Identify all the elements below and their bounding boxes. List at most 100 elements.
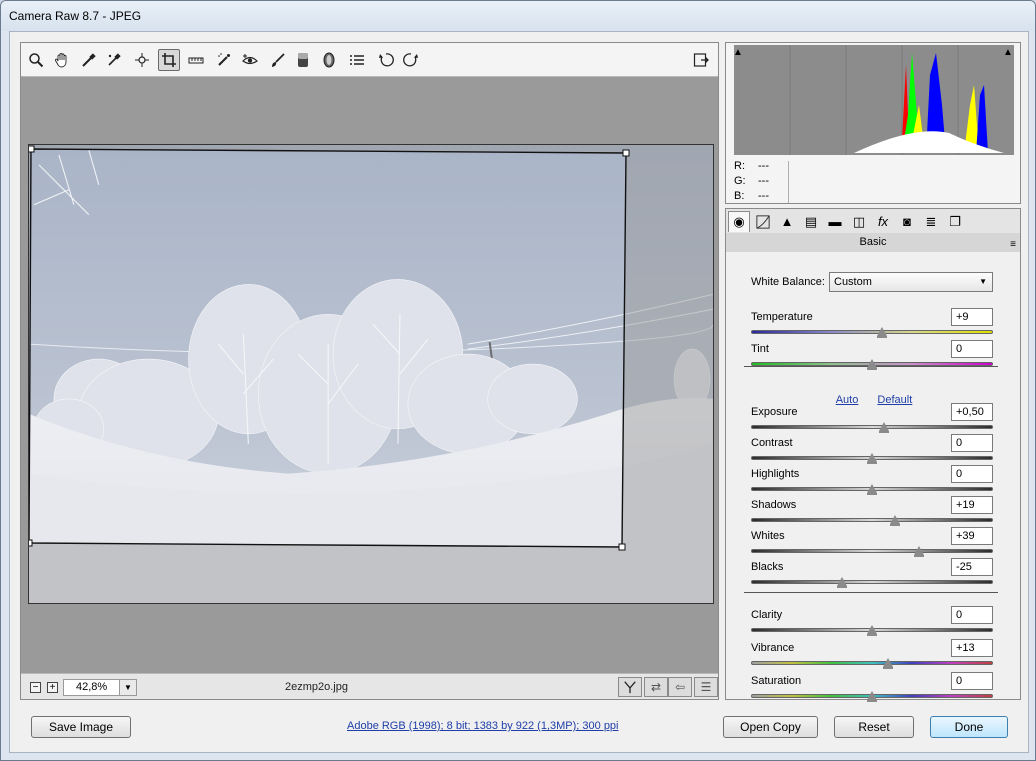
tab-effects-icon[interactable]: fx bbox=[872, 211, 894, 232]
whites-value-field[interactable]: +39 bbox=[951, 527, 993, 545]
highlights-label: Highlights bbox=[751, 468, 800, 480]
g-value: --- bbox=[758, 175, 769, 187]
shadows-slider-track[interactable] bbox=[751, 518, 993, 522]
rotate-right-icon[interactable] bbox=[400, 49, 422, 71]
color-sampler-icon[interactable] bbox=[103, 49, 125, 71]
saturation-label: Saturation bbox=[751, 675, 802, 687]
blacks-label: Blacks bbox=[751, 561, 784, 573]
before-after-view-icon[interactable] bbox=[618, 677, 642, 697]
tab-presets-icon[interactable]: ≣ bbox=[920, 211, 942, 232]
radial-filter-icon[interactable] bbox=[318, 49, 340, 71]
white-balance-select[interactable]: Custom ▼ bbox=[829, 272, 993, 292]
rotate-left-icon[interactable] bbox=[375, 49, 397, 71]
chevron-down-icon: ▼ bbox=[979, 277, 987, 286]
contrast-slider-thumb[interactable] bbox=[867, 453, 877, 464]
preferences-icon[interactable] bbox=[690, 49, 712, 71]
tint-value-field[interactable]: 0 bbox=[951, 340, 993, 358]
b-label: B: bbox=[734, 190, 745, 202]
b-value: --- bbox=[758, 190, 769, 202]
zoom-dropdown-icon[interactable]: ▼ bbox=[119, 679, 137, 696]
targeted-adjustment-icon[interactable] bbox=[131, 49, 153, 71]
blacks-value-field[interactable]: -25 bbox=[951, 558, 993, 576]
exposure-label: Exposure bbox=[751, 406, 798, 418]
swap-before-after-icon[interactable]: ⇄ bbox=[644, 677, 668, 697]
exposure-slider-track[interactable] bbox=[751, 425, 993, 429]
tab-lens-corrections-icon[interactable]: ◫ bbox=[848, 211, 870, 232]
spot-removal-icon[interactable] bbox=[213, 49, 235, 71]
tab-basic-icon[interactable]: ◉ bbox=[728, 211, 750, 232]
tint-slider-thumb[interactable] bbox=[867, 359, 877, 370]
red-eye-icon[interactable] bbox=[239, 49, 261, 71]
highlight-clipping-warning-icon[interactable]: ▲ bbox=[1002, 47, 1014, 59]
blacks-slider-track[interactable] bbox=[751, 580, 993, 584]
white-balance-eyedropper-icon[interactable] bbox=[78, 49, 100, 71]
highlights-value-field[interactable]: 0 bbox=[951, 465, 993, 483]
vibrance-value-field[interactable]: +13 bbox=[951, 639, 993, 657]
open-copy-button[interactable]: Open Copy bbox=[723, 716, 818, 738]
saturation-value-field[interactable]: 0 bbox=[951, 672, 993, 690]
reset-button[interactable]: Reset bbox=[834, 716, 914, 738]
clarity-slider-thumb[interactable] bbox=[867, 625, 877, 636]
vibrance-slider-track[interactable] bbox=[751, 661, 993, 665]
r-value: --- bbox=[758, 160, 769, 172]
tab-camera-calibration-icon[interactable]: ◙ bbox=[896, 211, 918, 232]
rgb-readout: R: --- G: --- B: --- bbox=[734, 159, 769, 204]
temperature-label: Temperature bbox=[751, 311, 813, 323]
highlights-slider-thumb[interactable] bbox=[867, 484, 877, 495]
image-canvas[interactable] bbox=[21, 78, 718, 673]
temperature-slider-row: Temperature +9 bbox=[751, 308, 993, 339]
title-bar: Camera Raw 8.7 - JPEG bbox=[1, 1, 1035, 31]
vibrance-slider-thumb[interactable] bbox=[882, 658, 893, 669]
saturation-slider-thumb[interactable] bbox=[867, 691, 877, 702]
straighten-tool-icon[interactable] bbox=[185, 49, 207, 71]
blacks-slider-thumb[interactable] bbox=[836, 577, 847, 588]
temperature-slider-thumb[interactable] bbox=[876, 327, 887, 338]
crop-tool-icon[interactable] bbox=[158, 49, 180, 71]
tint-label: Tint bbox=[751, 343, 769, 355]
contrast-value-field[interactable]: 0 bbox=[951, 434, 993, 452]
tab-detail-icon[interactable]: ▲ bbox=[776, 211, 798, 232]
tab-hsl-icon[interactable]: ▤ bbox=[800, 211, 822, 232]
zoom-in-button[interactable]: + bbox=[47, 682, 58, 693]
toggle-settings-icon[interactable]: ☰ bbox=[694, 677, 718, 697]
tab-snapshots-icon[interactable]: ❐ bbox=[944, 211, 966, 232]
hand-tool-icon[interactable] bbox=[51, 49, 73, 71]
temperature-slider-track[interactable] bbox=[751, 330, 993, 334]
whites-slider-track[interactable] bbox=[751, 549, 993, 553]
shadow-clipping-warning-icon[interactable]: ▲ bbox=[732, 47, 744, 59]
section-divider bbox=[744, 592, 998, 593]
basic-panel: White Balance: Custom ▼ Auto Default Tem… bbox=[725, 252, 1021, 702]
zoom-out-button[interactable]: − bbox=[30, 682, 41, 693]
histogram-graph bbox=[734, 45, 1014, 155]
preview-panel: − + 42,8% ▼ 2ezmp2o.jpg ⇄ ⇦ ☰ bbox=[20, 42, 719, 700]
list-icon[interactable] bbox=[346, 49, 368, 71]
dialog-body: − + 42,8% ▼ 2ezmp2o.jpg ⇄ ⇦ ☰ ▲ ▲ R: ---… bbox=[9, 31, 1029, 753]
shadows-label: Shadows bbox=[751, 499, 797, 511]
clarity-label: Clarity bbox=[751, 609, 783, 621]
contrast-slider-row: Contrast 0 bbox=[751, 434, 993, 465]
copy-current-to-before-icon[interactable]: ⇦ bbox=[668, 677, 692, 697]
white-balance-label: White Balance: bbox=[751, 276, 825, 288]
shadows-slider-thumb[interactable] bbox=[889, 515, 900, 526]
tab-split-toning-icon[interactable]: ▬ bbox=[824, 211, 846, 232]
adjustment-brush-icon[interactable] bbox=[267, 49, 289, 71]
panel-title: Basic bbox=[859, 236, 887, 248]
done-button[interactable]: Done bbox=[930, 716, 1008, 738]
exposure-value-field[interactable]: +0,50 bbox=[951, 403, 993, 421]
workflow-options-link[interactable]: Adobe RGB (1998); 8 bit; 1383 by 922 (1,… bbox=[347, 720, 619, 732]
graduated-filter-icon[interactable] bbox=[292, 49, 314, 71]
white-balance-value: Custom bbox=[834, 276, 872, 288]
shadows-value-field[interactable]: +19 bbox=[951, 496, 993, 514]
exposure-slider-thumb[interactable] bbox=[879, 422, 890, 433]
whites-slider-thumb[interactable] bbox=[914, 546, 925, 557]
whites-label: Whites bbox=[751, 530, 785, 542]
camera-raw-window: Camera Raw 8.7 - JPEG − + 42,8% ▼ 2ezmp2… bbox=[0, 0, 1036, 761]
clarity-value-field[interactable]: 0 bbox=[951, 606, 993, 624]
preview-image[interactable] bbox=[28, 144, 714, 604]
status-bar: − + 42,8% ▼ 2ezmp2o.jpg ⇄ ⇦ ☰ bbox=[21, 673, 718, 699]
tab-tone-curve-icon[interactable] bbox=[752, 211, 774, 232]
window-title: Camera Raw 8.7 - JPEG bbox=[9, 9, 142, 23]
temperature-value-field[interactable]: +9 bbox=[951, 308, 993, 326]
save-image-button[interactable]: Save Image bbox=[31, 716, 131, 738]
zoom-tool-icon[interactable] bbox=[25, 49, 47, 71]
